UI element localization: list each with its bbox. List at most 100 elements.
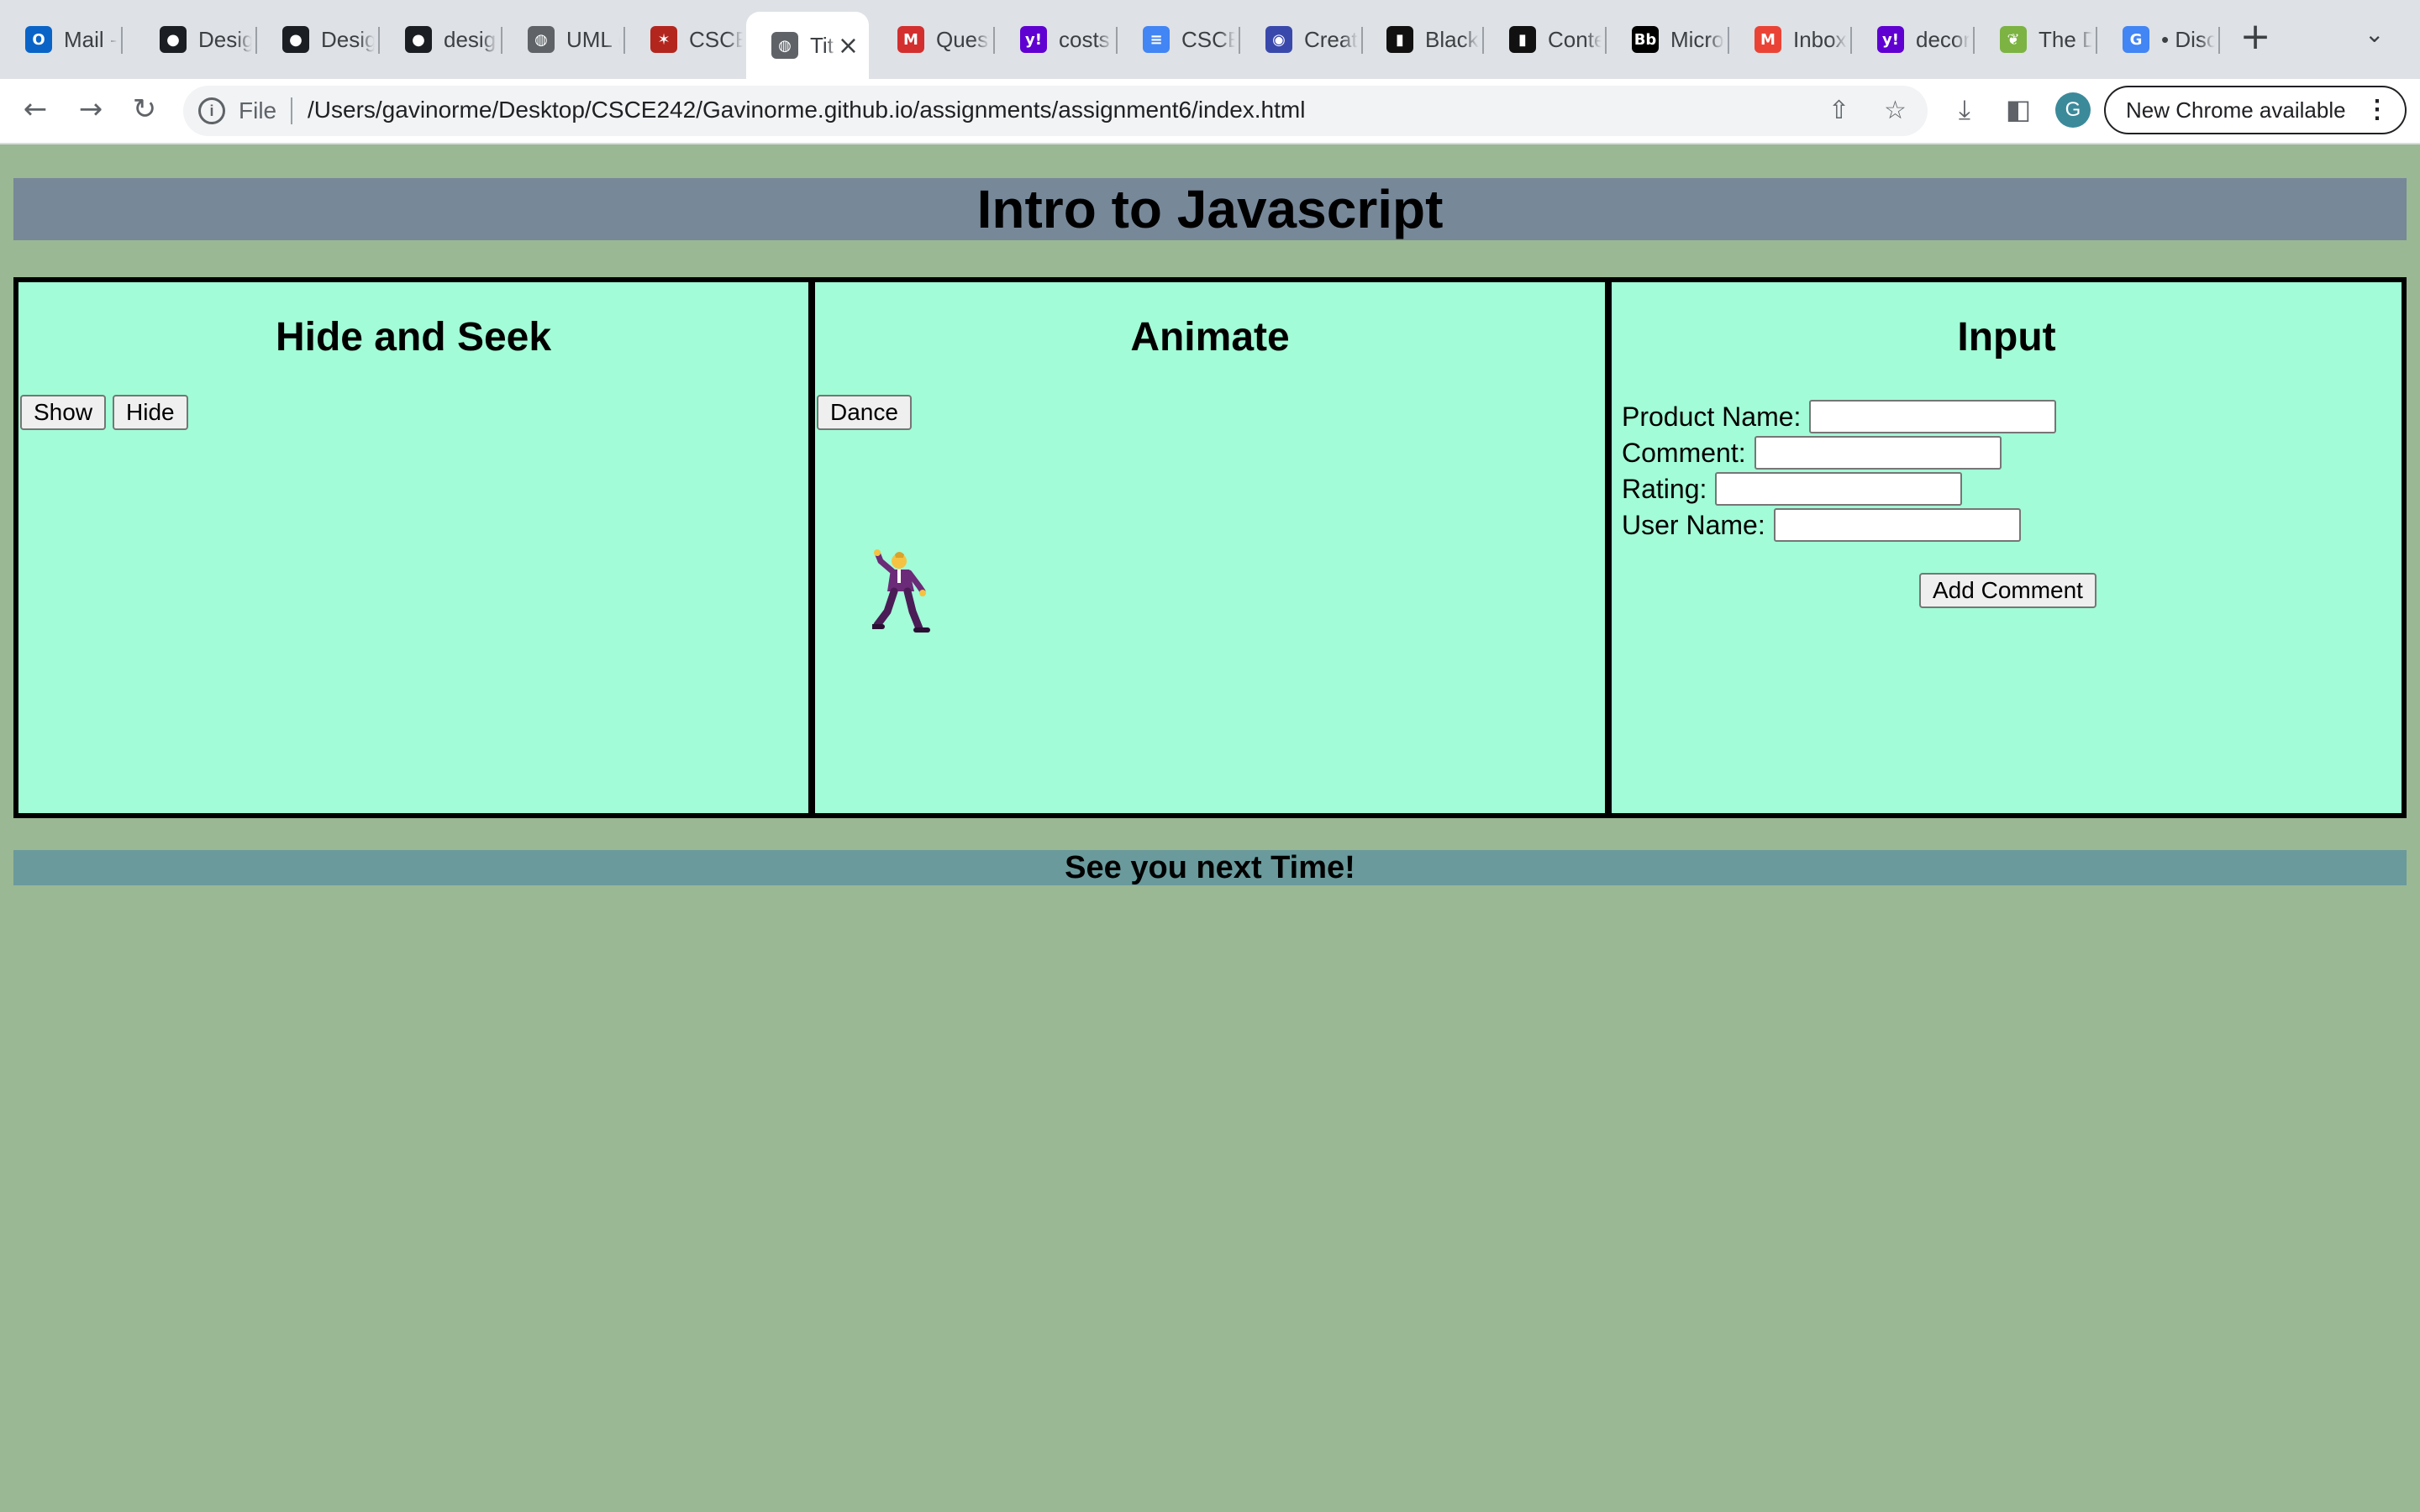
input-panel: Input Product Name: Comment: Rating: Use… (1612, 282, 2402, 813)
browser-tab[interactable]: ≡ CSCE (1118, 12, 1240, 67)
gmail-icon: M (1754, 26, 1781, 53)
browser-tab-label: decor (1916, 26, 1970, 52)
back-arrow-icon[interactable]: ← (17, 91, 54, 128)
new-tab-button[interactable]: + (2237, 18, 2274, 55)
browser-tab[interactable]: ❦ The D (1975, 12, 2097, 67)
show-button[interactable]: Show (20, 395, 107, 430)
browser-tab-label: UML ( (566, 26, 620, 52)
browser-tab[interactable]: Bb Micro (1607, 12, 1729, 67)
user-name-label: User Name: (1622, 509, 1765, 540)
browser-tab[interactable]: M Quest (872, 12, 995, 67)
animate-heading: Animate (1130, 315, 1290, 360)
tab-search-chevron-icon[interactable]: ⌄ (2365, 20, 2384, 48)
browser-tab[interactable]: ▮ Conte (1484, 12, 1607, 67)
browser-tab[interactable]: M Inbox (1729, 12, 1852, 67)
tab-close-icon[interactable]: × (838, 31, 859, 60)
docs-icon: ≡ (1143, 26, 1170, 53)
browser-tab-label: CSCE (689, 26, 743, 52)
browser-tab[interactable]: ◍ UML ( (502, 12, 625, 67)
animate-panel: Animate Dance (815, 282, 1605, 813)
github-icon: ● (160, 26, 187, 53)
product-name-input[interactable] (1809, 400, 2057, 433)
user-name-row: User Name: (1622, 508, 2021, 542)
site-info-icon[interactable]: i (198, 97, 225, 124)
m-icon: M (897, 26, 924, 53)
browser-tab-label: Conte (1548, 26, 1602, 52)
browser-tab-label: Tit (810, 32, 834, 58)
browser-tab-label: CSCE (1181, 26, 1235, 52)
browser-tab-label: Inbox (1793, 26, 1847, 52)
rating-label: Rating: (1622, 473, 1707, 504)
browser-tab-label: desig (444, 26, 497, 52)
browser-tab-label: The D (2039, 26, 2092, 52)
chart-icon: ▮ (1509, 26, 1536, 53)
reload-icon[interactable]: ↻ (126, 91, 163, 128)
browser-tab-label: • Disc (2161, 26, 2215, 52)
browser-tab[interactable]: y! costs (995, 12, 1118, 67)
github-icon: ● (282, 26, 309, 53)
url-text[interactable]: /Users/gavinorme/Desktop/CSCE242/Gavinor… (308, 97, 1305, 123)
outlook-icon: O (25, 26, 52, 53)
comment-input[interactable] (1754, 436, 2002, 470)
browser-tab[interactable]: ◍ Tit × (746, 12, 869, 79)
rating-input[interactable] (1715, 472, 1963, 506)
bookmark-star-icon[interactable]: ☆ (1884, 96, 1907, 125)
browser-tab-label: Mail - (64, 26, 118, 52)
browser-tab-label: Desig (321, 26, 375, 52)
forward-arrow-icon[interactable]: → (72, 91, 109, 128)
product-name-row: Product Name: (1622, 400, 2057, 433)
yahoo-icon: y! (1877, 26, 1904, 53)
browser-tab[interactable]: ● desig (380, 12, 502, 67)
user-name-input[interactable] (1773, 508, 2021, 542)
browser-tab[interactable]: ✶ CSCE (625, 12, 748, 67)
share-icon[interactable]: ⇧ (1828, 96, 1849, 125)
hide-button[interactable]: Hide (113, 395, 188, 430)
panels-container: Hide and Seek Show Hide Animate Dance In… (13, 277, 2407, 818)
page-footer: See you next Time! (13, 850, 2407, 885)
browser-toolbar: ← → ↻ i File /Users/gavinorme/Desktop/CS… (0, 79, 2420, 144)
browser-tab[interactable]: ● Desig (257, 12, 380, 67)
browser-tab[interactable]: ▮ Blackl (1361, 12, 1484, 67)
footer-text: See you next Time! (1065, 849, 1355, 885)
blackboard-icon: Bb (1632, 26, 1659, 53)
comment-row: Comment: (1622, 436, 2002, 470)
yahoo-icon: y! (1020, 26, 1047, 53)
address-bar[interactable]: i File /Users/gavinorme/Desktop/CSCE242/… (183, 86, 1928, 136)
add-comment-button[interactable]: Add Comment (1919, 573, 2096, 608)
profile-avatar[interactable]: G (2055, 92, 2091, 128)
comment-label: Comment: (1622, 437, 1746, 468)
omnibox-divider (291, 97, 292, 124)
side-panel-icon[interactable]: ◧ (2000, 91, 2037, 128)
browser-tab[interactable]: y! decor (1852, 12, 1975, 67)
browser-tab[interactable]: G • Disc (2097, 12, 2220, 67)
input-heading: Input (1957, 315, 2056, 360)
rating-row: Rating: (1622, 472, 1963, 506)
browser-tab-label: Desig (198, 26, 252, 52)
browser-tab-label: Quest (936, 26, 990, 52)
chart-icon: ▮ (1386, 26, 1413, 53)
page-title: Intro to Javascript (976, 179, 1444, 239)
browser-tab[interactable]: ● Desig (134, 12, 257, 67)
hide-and-seek-heading: Hide and Seek (275, 315, 552, 360)
google-icon: G (2123, 26, 2149, 53)
product-name-label: Product Name: (1622, 401, 1802, 432)
browser-tab-label: costs (1059, 26, 1110, 52)
browser-tab-label: Create (1304, 26, 1358, 52)
browser-tab-label: Blackl (1425, 26, 1479, 52)
globe-icon: ◍ (528, 26, 555, 53)
tab-separator (2218, 27, 2220, 54)
owl-icon: ◉ (1265, 26, 1292, 53)
download-icon[interactable]: ⤓ (1946, 91, 1983, 128)
dance-button[interactable]: Dance (817, 395, 912, 430)
dancing-man-icon (872, 549, 930, 633)
leaf-icon: ❦ (2000, 26, 2027, 53)
globe-icon: ◍ (771, 32, 798, 59)
browser-tab-label: Micro (1670, 26, 1724, 52)
hide-and-seek-panel: Hide and Seek Show Hide (18, 282, 808, 813)
page-header: Intro to Javascript (13, 178, 2407, 240)
browser-tab[interactable]: ◉ Create (1240, 12, 1363, 67)
kebab-menu-icon[interactable]: ⋮ (2365, 87, 2390, 133)
dancer-icon: ✶ (650, 26, 677, 53)
chrome-update-button[interactable]: New Chrome available ⋮ (2104, 86, 2407, 134)
browser-tab[interactable]: O Mail - (0, 12, 123, 67)
